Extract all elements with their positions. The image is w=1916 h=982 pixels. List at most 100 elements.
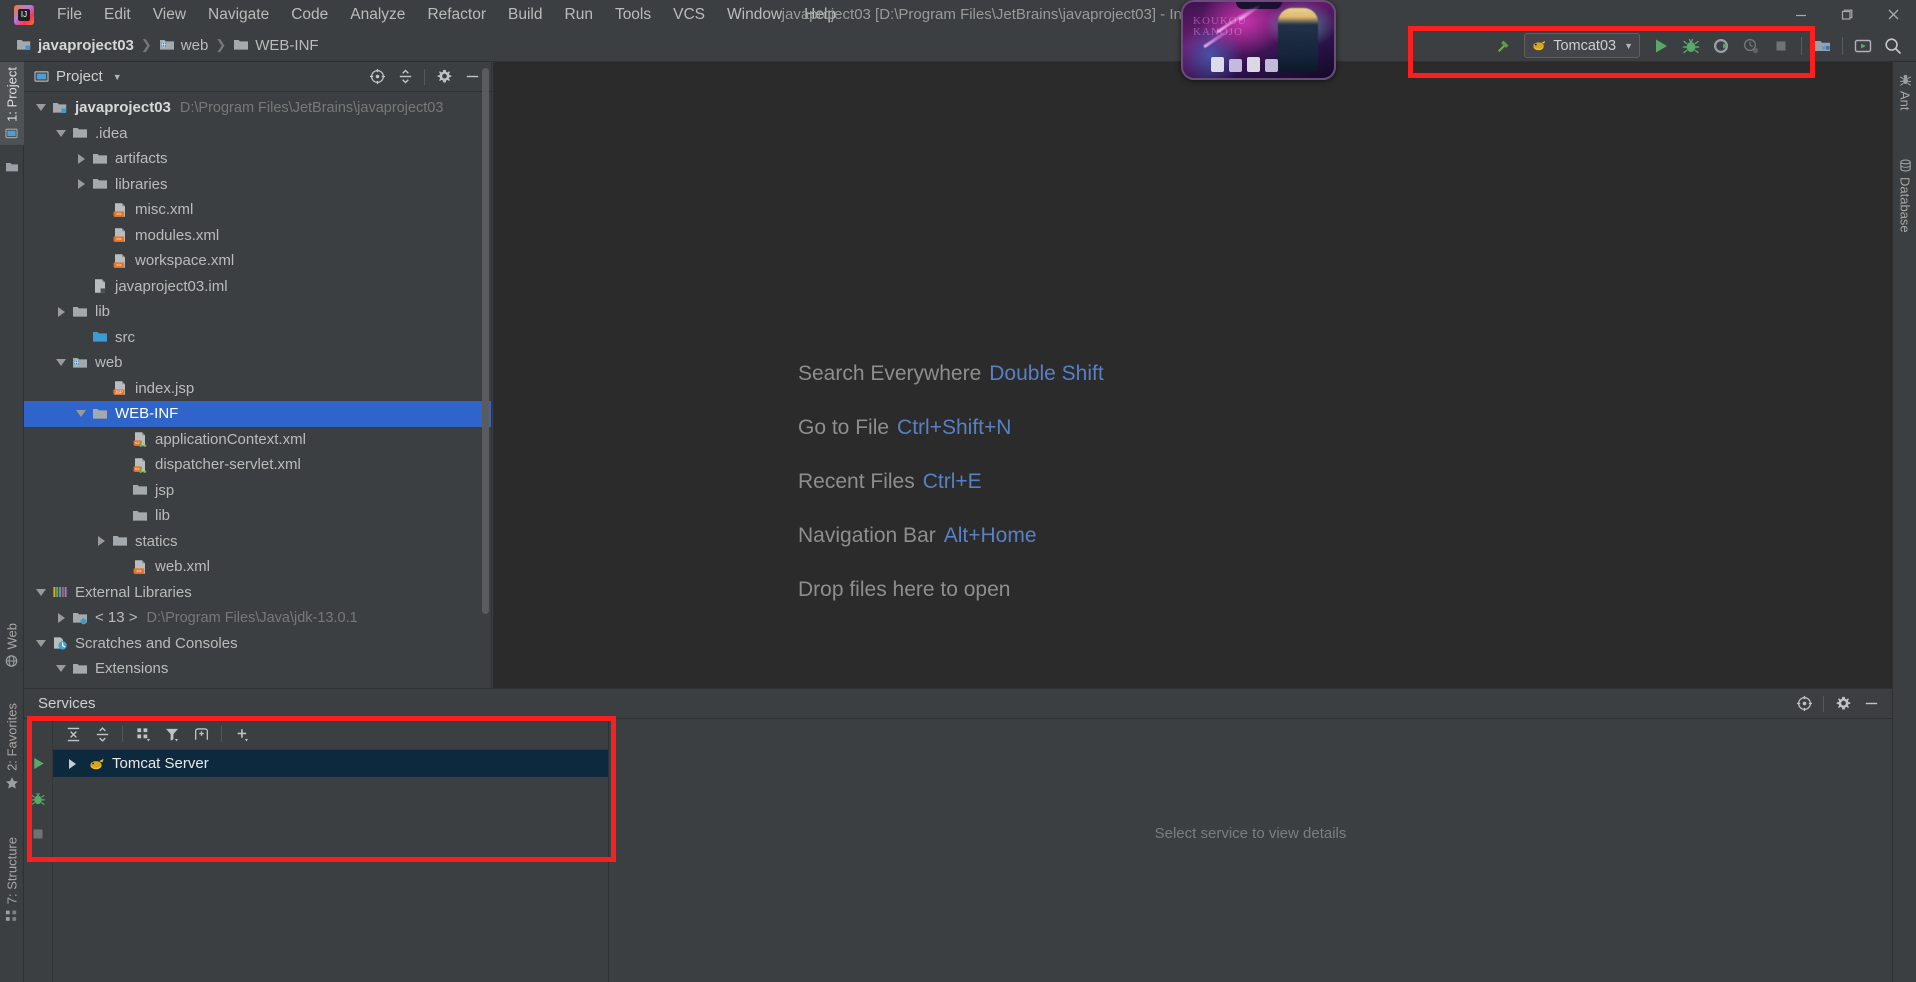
chevron-right-icon[interactable] <box>72 153 90 164</box>
xml-file-icon: <> <box>110 202 130 218</box>
menu-item-file[interactable]: File <box>46 3 93 27</box>
menu-item-tools[interactable]: Tools <box>604 3 662 27</box>
help-target-button[interactable] <box>1791 692 1817 716</box>
run-with-coverage-button[interactable] <box>1706 33 1736 59</box>
tree-row[interactable]: <> applicationContext.xml <box>24 427 491 453</box>
tree-row[interactable]: libraries <box>24 172 491 198</box>
chevron-right-icon[interactable] <box>92 536 110 547</box>
scroll-from-source-button[interactable] <box>364 65 390 89</box>
menu-item-code[interactable]: Code <box>280 3 339 27</box>
tree-row[interactable]: statics <box>24 529 491 555</box>
expand-all-button[interactable] <box>59 722 87 747</box>
web-icon <box>6 655 18 667</box>
chevron-down-icon[interactable] <box>32 104 50 112</box>
sidebar-item-database[interactable]: Database <box>1893 154 1916 238</box>
tree-row[interactable]: <> modules.xml <box>24 223 491 249</box>
menu-item-window[interactable]: Window <box>716 3 793 27</box>
collapse-all-button[interactable] <box>392 65 418 89</box>
tree-row[interactable]: .idea <box>24 121 491 147</box>
tree-row[interactable]: < 13 > D:\Program Files\Java\jdk-13.0.1 <box>24 605 491 631</box>
sidebar-item-ant[interactable]: Ant <box>1893 68 1916 116</box>
tree-row[interactable]: <> misc.xml <box>24 197 491 223</box>
sidebar-item-favorites[interactable]: 2: Favorites <box>0 698 24 795</box>
minimize-button[interactable] <box>1778 0 1824 29</box>
tree-row[interactable]: javaproject03 D:\Program Files\JetBrains\… <box>24 95 491 121</box>
debug-service-button[interactable] <box>26 786 51 811</box>
search-everywhere-button[interactable] <box>1878 33 1908 59</box>
settings-gear-button[interactable] <box>431 65 457 89</box>
tree-row[interactable]: Extensions <box>24 656 491 682</box>
breadcrumb-item-web[interactable]: web <box>153 35 215 56</box>
run-configuration-selector[interactable]: Tomcat03 ▼ <box>1524 33 1640 58</box>
tree-row[interactable]: javaproject03.iml <box>24 274 491 300</box>
menu-item-navigate[interactable]: Navigate <box>197 3 280 27</box>
tree-row[interactable]: <> dispatcher-servlet.xml <box>24 452 491 478</box>
menu-item-build[interactable]: Build <box>497 3 553 27</box>
tree-row[interactable]: Scratches and Consoles <box>24 631 491 657</box>
close-button[interactable] <box>1870 0 1916 29</box>
run-button[interactable] <box>1646 33 1676 59</box>
service-list-item[interactable]: Tomcat Server <box>53 750 608 777</box>
tree-row[interactable]: <> web.xml <box>24 554 491 580</box>
tree-row[interactable]: lib <box>24 503 491 529</box>
chevron-down-icon[interactable] <box>52 129 70 137</box>
filter-button[interactable] <box>158 722 186 747</box>
chevron-down-icon[interactable] <box>52 359 70 367</box>
updates-button[interactable] <box>1848 33 1878 59</box>
tree-row[interactable]: artifacts <box>24 146 491 172</box>
project-tree-scrollbar[interactable] <box>482 68 489 614</box>
chevron-down-icon[interactable] <box>32 639 50 647</box>
tree-row[interactable]: lib <box>24 299 491 325</box>
sidebar-item-structure[interactable]: 7: Structure <box>0 832 24 927</box>
menu-item-vcs[interactable]: VCS <box>662 3 716 27</box>
tree-row[interactable]: jsp <box>24 478 491 504</box>
menu-item-run[interactable]: Run <box>554 3 604 27</box>
spring-xml-icon: <> <box>130 457 150 473</box>
tree-row[interactable]: <> workspace.xml <box>24 248 491 274</box>
collapse-all-button[interactable] <box>88 722 116 747</box>
sidebar-item-folder[interactable] <box>0 154 24 180</box>
project-panel-title-group[interactable]: Project ▼ <box>34 68 122 85</box>
sidebar-item-web[interactable]: Web <box>0 618 24 673</box>
hide-panel-button[interactable] <box>1858 692 1884 716</box>
project-structure-button[interactable] <box>1807 33 1837 59</box>
tree-row[interactable]: External Libraries <box>24 580 491 606</box>
group-by-button[interactable] <box>129 722 157 747</box>
tree-row[interactable]: JSP index.jsp <box>24 376 491 402</box>
run-service-button[interactable] <box>26 751 51 776</box>
tree-row[interactable]: web <box>24 350 491 376</box>
tree-row[interactable]: src <box>24 325 491 351</box>
menu-item-view[interactable]: View <box>142 3 197 27</box>
project-tree[interactable]: javaproject03 D:\Program Files\JetBrains\… <box>24 92 491 688</box>
menu-item-edit[interactable]: Edit <box>93 3 142 27</box>
chevron-down-icon[interactable] <box>32 588 50 596</box>
menu-item-refactor[interactable]: Refactor <box>416 3 497 27</box>
jdk-icon <box>70 610 90 626</box>
tree-row-label: workspace.xml <box>135 252 235 270</box>
settings-gear-button[interactable] <box>1830 692 1856 716</box>
chevron-down-icon[interactable] <box>72 410 90 418</box>
profile-button[interactable] <box>1736 33 1766 59</box>
toolbar-divider <box>1801 36 1802 55</box>
add-tab-button[interactable] <box>187 722 215 747</box>
chevron-down-icon[interactable] <box>52 665 70 673</box>
web-folder-icon <box>70 355 90 371</box>
editor-empty-area[interactable]: Search Everywhere Double Shift Go to File C… <box>493 62 1892 688</box>
sidebar-item-project[interactable]: 1: Project <box>0 62 24 145</box>
maximize-button[interactable] <box>1824 0 1870 29</box>
chevron-right-icon[interactable] <box>72 179 90 190</box>
chevron-right-icon[interactable] <box>52 306 70 317</box>
menu-item-analyze[interactable]: Analyze <box>339 3 416 27</box>
chevron-right-icon[interactable] <box>52 612 70 623</box>
build-project-button[interactable] <box>1488 33 1518 59</box>
tree-row[interactable]: WEB-INF <box>24 401 491 427</box>
menu-item-help[interactable]: Help <box>793 3 847 27</box>
xml-file-icon: <> <box>110 253 130 269</box>
breadcrumb-item-javaproject03[interactable]: javaproject03 <box>10 35 140 56</box>
editor-hint-action: Drop files here to open <box>798 578 1011 601</box>
debug-button[interactable] <box>1676 33 1706 59</box>
chevron-right-icon[interactable] <box>63 758 81 769</box>
services-list[interactable]: Tomcat Server <box>53 750 608 982</box>
add-button[interactable] <box>228 722 256 747</box>
breadcrumb-item-web-inf[interactable]: WEB-INF <box>227 35 324 56</box>
